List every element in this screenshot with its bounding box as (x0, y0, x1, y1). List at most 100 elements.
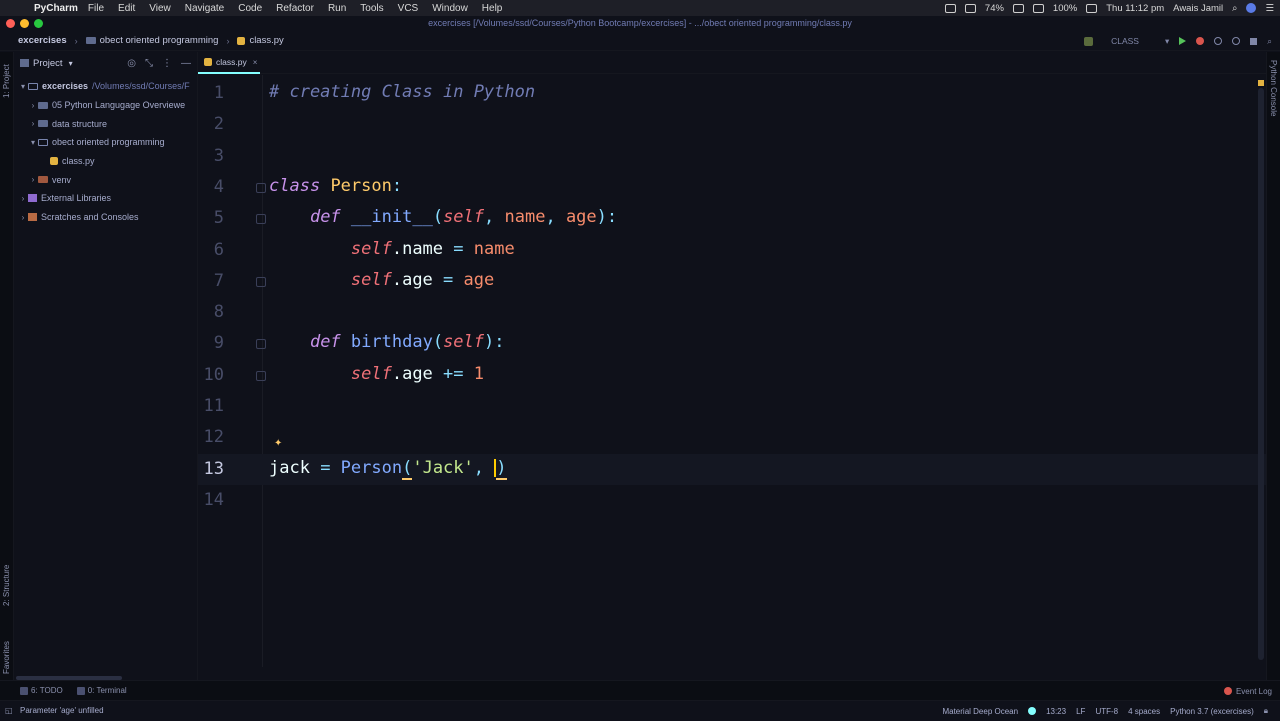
theme-widget[interactable]: Material Deep Ocean (942, 707, 1018, 716)
code-line[interactable]: 7 self.age = age (198, 266, 1266, 297)
tree-item-scratches[interactable]: › Scratches and Consoles (14, 208, 197, 227)
clock[interactable]: Thu 11:12 pm (1106, 3, 1164, 14)
caret-position[interactable]: 13:23 (1046, 707, 1066, 716)
minimize-window-button[interactable] (20, 19, 29, 28)
menu-navigate[interactable]: Navigate (185, 3, 224, 14)
battery-icon[interactable] (1086, 3, 1098, 13)
run-config-selector[interactable]: CLASS ▾ (1084, 36, 1169, 47)
siri-icon[interactable] (1246, 3, 1257, 13)
menu-file[interactable]: File (88, 3, 104, 14)
structure-tool-button[interactable]: 2: Structure (2, 565, 11, 606)
collapse-all-icon[interactable]: ⤡ (145, 58, 153, 69)
code-text[interactable]: # creating Class in Python (269, 82, 535, 102)
chevron-right-icon[interactable]: › (28, 101, 38, 110)
chevron-right-icon[interactable]: › (28, 119, 38, 128)
wifi-icon[interactable] (1012, 3, 1024, 13)
close-tab-icon[interactable]: × (253, 58, 258, 67)
terminal-tool-button[interactable]: 0: Terminal (76, 686, 127, 695)
fold-marker[interactable] (256, 276, 266, 287)
todo-tool-button[interactable]: 6: TODO (20, 686, 63, 695)
status-toggle-icon[interactable]: ◱ (5, 706, 13, 715)
code-line[interactable]: 10 self.age += 1 (198, 360, 1266, 391)
code-text[interactable]: self.age = age (269, 270, 494, 290)
lock-icon[interactable]: 🔒︎ (1264, 706, 1268, 716)
settings-icon[interactable]: ⋮ (162, 58, 172, 69)
code-text[interactable]: class Person: (269, 176, 402, 196)
breadcrumb-folder[interactable]: obect oriented programming (100, 35, 219, 46)
menu-run[interactable]: Run (328, 3, 346, 14)
profile-icon[interactable] (1232, 37, 1241, 45)
hide-panel-icon[interactable]: — (181, 58, 191, 69)
code-text[interactable]: def birthday(self): (269, 332, 505, 352)
code-line[interactable]: 14 (198, 485, 1266, 516)
tree-item-external-libraries[interactable]: › External Libraries (14, 189, 197, 208)
tree-item-data-structure[interactable]: › data structure (14, 114, 197, 133)
chevron-right-icon[interactable]: › (28, 175, 38, 184)
project-view-selector[interactable]: Project (33, 58, 63, 69)
fold-marker[interactable] (256, 214, 266, 225)
menu-code[interactable]: Code (238, 3, 262, 14)
breadcrumb-project[interactable]: excercises (18, 35, 67, 46)
code-line[interactable]: 1 # creating Class in Python (198, 78, 1266, 109)
code-text[interactable]: self.name = name (269, 239, 515, 259)
code-line[interactable]: 6 self.name = name (198, 235, 1266, 266)
editor-scrollbar[interactable] (1258, 88, 1264, 660)
tree-item-class-py[interactable]: class.py (14, 152, 197, 171)
code-line[interactable]: 12 ✦ (198, 422, 1266, 453)
tree-item-venv[interactable]: › venv (14, 170, 197, 189)
python-interpreter[interactable]: Python 3.7 (excercises) (1170, 707, 1254, 716)
fold-marker[interactable] (256, 182, 266, 193)
tab-class-py[interactable]: class.py × (198, 52, 260, 74)
breadcrumb-file[interactable]: class.py (249, 35, 283, 46)
menu-view[interactable]: View (149, 3, 171, 14)
spotlight-icon[interactable]: ⌕ (1232, 3, 1237, 14)
favorites-tool-button[interactable]: Favorites (2, 641, 11, 674)
code-line[interactable]: 3 (198, 141, 1266, 172)
line-separator[interactable]: LF (1076, 707, 1085, 716)
code-line[interactable]: 8 (198, 297, 1266, 328)
battery-small-icon[interactable] (964, 3, 976, 13)
run-icon[interactable] (1179, 37, 1187, 45)
chevron-down-icon[interactable]: ▾ (28, 138, 38, 147)
tree-item-oop[interactable]: ▾ obect oriented programming (14, 133, 197, 152)
fold-marker[interactable] (256, 339, 266, 350)
code-text[interactable]: self.age += 1 (269, 364, 484, 384)
code-line-current[interactable]: 13 jack = Person('Jack', ) (198, 453, 1266, 485)
stop-icon[interactable] (1250, 37, 1258, 45)
menu-vcs[interactable]: VCS (398, 3, 419, 14)
chevron-down-icon[interactable]: ▾ (18, 82, 28, 91)
code-text[interactable]: def __init__(self, name, age): (269, 207, 617, 227)
file-encoding[interactable]: UTF-8 (1095, 707, 1118, 716)
python-console-tool-button[interactable]: Python Console (1269, 60, 1278, 116)
zoom-window-button[interactable] (34, 19, 43, 28)
tree-item-python-overview[interactable]: › 05 Python Langugage Overviewe (14, 96, 197, 115)
chevron-right-icon[interactable]: › (18, 213, 28, 222)
volume-icon[interactable] (1032, 3, 1044, 13)
fold-marker[interactable] (256, 370, 266, 381)
debug-icon[interactable] (1196, 37, 1205, 45)
close-window-button[interactable] (6, 19, 15, 28)
screen-record-icon[interactable] (944, 3, 956, 13)
app-menu[interactable]: PyCharm (34, 3, 78, 14)
code-line[interactable]: 5 def __init__(self, name, age): (198, 203, 1266, 234)
menu-refactor[interactable]: Refactor (276, 3, 314, 14)
project-tool-button[interactable]: 1: Project (2, 64, 11, 98)
chevron-right-icon[interactable]: › (18, 194, 28, 203)
coverage-icon[interactable] (1214, 37, 1223, 45)
event-log-button[interactable]: Event Log (1223, 681, 1272, 701)
menu-window[interactable]: Window (432, 3, 468, 14)
code-line[interactable]: 4 class Person: (198, 172, 1266, 203)
code-text[interactable]: jack = Person('Jack', ) (269, 457, 507, 480)
locate-file-icon[interactable]: ◎ (127, 58, 136, 69)
lightbulb-icon[interactable]: ✦ (274, 438, 282, 449)
code-line[interactable]: 9 def birthday(self): (198, 328, 1266, 359)
menu-edit[interactable]: Edit (118, 3, 135, 14)
tree-item-root[interactable]: ▾ excercises /Volumes/ssd/Courses/F (14, 77, 197, 96)
code-line[interactable]: 11 (198, 391, 1266, 422)
menu-tools[interactable]: Tools (360, 3, 383, 14)
chevron-down-icon[interactable]: ▾ (69, 59, 73, 68)
code-line[interactable]: 2 (198, 109, 1266, 140)
notification-center-icon[interactable]: ☰ (1265, 3, 1274, 14)
user-name[interactable]: Awais Jamil (1173, 3, 1223, 14)
code-editor[interactable]: 1 # creating Class in Python 2 3 4 class… (198, 75, 1266, 667)
